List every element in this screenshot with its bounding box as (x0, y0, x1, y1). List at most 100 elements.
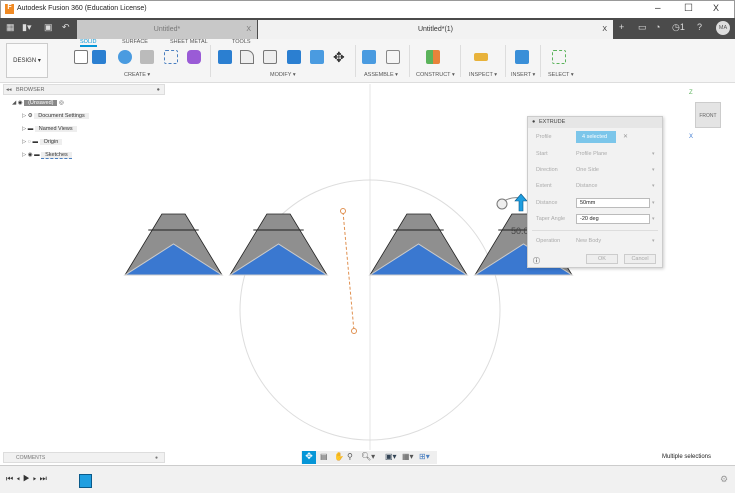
split-icon[interactable] (310, 50, 324, 64)
timeline-playback-controls[interactable]: ⏮◂▶▸⏭ (6, 474, 50, 484)
new-component-icon[interactable] (362, 50, 376, 64)
distance-arrow-handle[interactable] (514, 193, 528, 212)
construct-menu[interactable]: CONSTRUCT ▾ (416, 72, 455, 78)
tab-untitled-1[interactable]: Untitled*(1) X (258, 20, 613, 39)
measure-icon[interactable] (474, 53, 488, 61)
tab-untitled[interactable]: Untitled* X (77, 20, 257, 39)
save-icon[interactable]: ▣ (44, 22, 53, 33)
create-form-icon[interactable] (187, 50, 201, 64)
extent-dropdown[interactable]: Distance (576, 183, 597, 189)
chevron-down-icon[interactable]: ▾ (652, 151, 655, 157)
clear-selection-icon[interactable]: ✕ (623, 133, 628, 140)
inspect-menu[interactable]: INSPECT ▾ (469, 72, 497, 78)
operation-label: Operation (536, 238, 561, 244)
shell-icon[interactable] (287, 50, 301, 64)
extrude-dialog: EXTRUDE ● Profile 4 selected ✕ Start Prof… (527, 116, 663, 268)
chamfer-icon[interactable] (263, 50, 277, 64)
extrude-dialog-header[interactable]: EXTRUDE ● (528, 117, 662, 128)
window-title: Autodesk Fusion 360 (Education License) (17, 5, 147, 12)
create-menu[interactable]: CREATE ▾ (124, 72, 150, 78)
sketch-point (351, 328, 357, 334)
taper-angle-handle[interactable] (496, 198, 508, 210)
offset-plane-icon[interactable] (426, 50, 440, 64)
divider (355, 45, 356, 77)
sketch-construction-line (342, 211, 355, 332)
display-settings-icon[interactable]: ▣▾ (385, 452, 397, 461)
move-icon[interactable]: ✥ (333, 49, 345, 66)
timeline-sketch-feature[interactable] (79, 474, 92, 488)
help-icon[interactable]: ? (697, 22, 702, 32)
assemble-menu[interactable]: ASSEMBLE ▾ (364, 72, 398, 78)
chevron-down-icon[interactable]: ▾ (652, 167, 655, 173)
direction-dropdown[interactable]: One Side (576, 167, 599, 173)
divider (409, 45, 410, 77)
profile-selection-button[interactable]: 4 selected (576, 131, 616, 143)
hole-icon[interactable] (140, 50, 154, 64)
fillet-icon[interactable] (240, 50, 254, 64)
info-icon[interactable]: ⓘ (533, 256, 540, 266)
dialog-options-icon[interactable]: ● (532, 117, 535, 128)
create-sketch-icon[interactable] (74, 50, 88, 64)
viewports-icon[interactable]: ⊞▾ (419, 452, 430, 461)
modify-menu[interactable]: MODIFY ▾ (270, 72, 296, 78)
chevron-down-icon[interactable]: ▾ (652, 238, 655, 244)
cancel-button[interactable]: Cancel (624, 254, 656, 264)
tab-label: Untitled*(1) (417, 26, 453, 33)
pan-icon[interactable]: ✋ (334, 452, 344, 461)
fit-icon[interactable]: 🔍︎▾ (361, 452, 375, 461)
revolve-icon[interactable] (118, 50, 132, 64)
pattern-icon[interactable] (164, 50, 178, 64)
x-axis-label: X (689, 134, 694, 140)
new-tab-icon[interactable]: + (619, 22, 624, 32)
divider (505, 45, 506, 77)
chevron-down-icon[interactable]: ▾ (652, 200, 655, 206)
maximize-button[interactable]: ☐ (684, 3, 693, 14)
distance-label: Distance (536, 200, 558, 206)
distance-input[interactable]: 50mm (576, 198, 650, 208)
comments-panel-header[interactable]: COMMENTS ● (3, 452, 165, 463)
minimize-button[interactable]: – (655, 3, 661, 14)
tab-tools[interactable]: TOOLS (232, 39, 251, 45)
press-pull-icon[interactable] (218, 50, 232, 64)
viewcube-front-face[interactable]: FRONT (695, 102, 721, 128)
taper-angle-input[interactable]: -20 deg (576, 214, 650, 224)
insert-menu[interactable]: INSERT ▾ (511, 72, 535, 78)
insert-image-icon[interactable] (515, 50, 529, 64)
fusion-logo-icon: F (5, 4, 14, 14)
look-at-icon[interactable]: ▤ (320, 452, 328, 461)
close-button[interactable]: X (713, 3, 719, 13)
grid-settings-icon[interactable]: ▦▾ (402, 452, 414, 461)
extrude-icon[interactable] (92, 50, 106, 64)
close-tab-icon[interactable]: X (246, 20, 251, 39)
apps-grid-icon[interactable]: ▦ (6, 22, 15, 33)
select-icon[interactable] (552, 50, 566, 64)
file-icon[interactable]: ▮▾ (22, 22, 31, 33)
start-label: Start (536, 151, 548, 157)
divider (460, 45, 461, 77)
tab-solid[interactable]: SOLID (80, 39, 97, 47)
ok-button[interactable]: OK (586, 254, 618, 264)
chevron-down-icon[interactable]: ▾ (652, 183, 655, 189)
viewcube[interactable]: Z FRONT X (689, 90, 729, 142)
operation-dropdown[interactable]: New Body (576, 238, 601, 244)
extent-label: Extent (536, 183, 552, 189)
extensions-icon[interactable]: ◔ (655, 22, 660, 32)
taper-angle-label: Taper Angle (536, 216, 566, 222)
tab-sheet-metal[interactable]: SHEET METAL (170, 39, 208, 45)
tab-surface[interactable]: SURFACE (122, 39, 148, 45)
chevron-down-icon[interactable]: ▾ (652, 216, 655, 222)
job-status-icon[interactable]: ▭ (638, 22, 647, 33)
undo-icon[interactable]: ↶ (62, 22, 70, 33)
start-dropdown[interactable]: Profile Plane (576, 151, 607, 157)
notifications-icon[interactable]: ◷1 (672, 22, 685, 33)
zoom-icon[interactable]: ⚲ (347, 452, 353, 461)
workspace-switcher[interactable]: DESIGN ▾ (6, 43, 48, 78)
close-tab-icon[interactable]: X (602, 20, 607, 39)
orbit-icon[interactable]: ✥ (302, 451, 316, 464)
joint-icon[interactable] (386, 50, 400, 64)
user-avatar[interactable]: MA (716, 21, 730, 35)
select-menu[interactable]: SELECT ▾ (548, 72, 574, 78)
tab-bar: ▦ ▮▾ ▣ ↶ ↷ Untitled*X Untitled*(1)X + ▭ … (0, 18, 735, 39)
pin-icon[interactable]: ● (155, 453, 158, 463)
timeline-settings-gear-icon[interactable]: ⚙ (720, 474, 728, 485)
